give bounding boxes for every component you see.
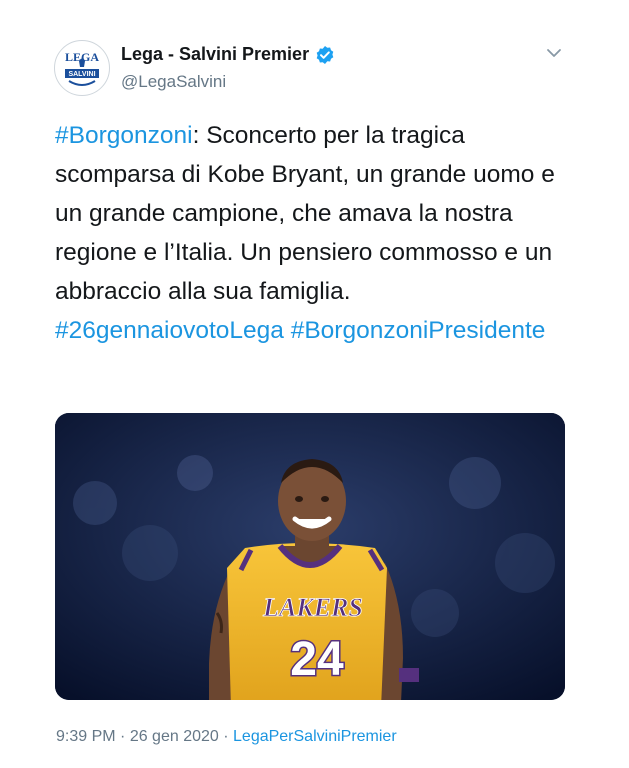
meta-separator: · [115,728,130,745]
verified-badge-icon [315,45,335,65]
tweet-body-text: : Sconcerto per la tragica scomparsa di … [55,122,555,305]
lega-logo-icon: LEGA SALVINI [56,42,108,94]
hashtag-link[interactable]: #26gennaiovotoLega [55,317,284,344]
jersey-number-text: 24 [290,633,344,686]
meta-separator: · [218,728,234,745]
tweet-date[interactable]: 26 gen 2020 [130,728,219,745]
hashtag-link[interactable]: #BorgonzoniPresidente [291,317,546,344]
jersey-team-text: LAKERS [262,593,363,622]
tweet-source-link[interactable]: LegaPerSalviniPremier [233,728,397,745]
author-avatar[interactable]: LEGA SALVINI [54,40,110,96]
author-name-row[interactable]: Lega - Salvini Premier [121,44,335,65]
tweet-photo[interactable]: LAKERS 24 [55,413,565,700]
tweet-text: #Borgonzoni: Sconcerto per la tragica sc… [55,116,585,350]
hashtag-link[interactable]: #Borgonzoni [55,122,193,149]
tweet-time[interactable]: 9:39 PM [56,728,116,745]
tweet-meta: 9:39 PM · 26 gen 2020 · LegaPerSalviniPr… [56,728,397,746]
author-display-name[interactable]: Lega - Salvini Premier [121,44,309,65]
chevron-down-icon[interactable] [545,44,563,62]
tweet-card: LEGA SALVINI Lega - Salvini Premier @Leg… [0,0,629,768]
author-handle[interactable]: @LegaSalvini [121,72,226,92]
avatar-banner-text: SALVINI [68,71,95,78]
